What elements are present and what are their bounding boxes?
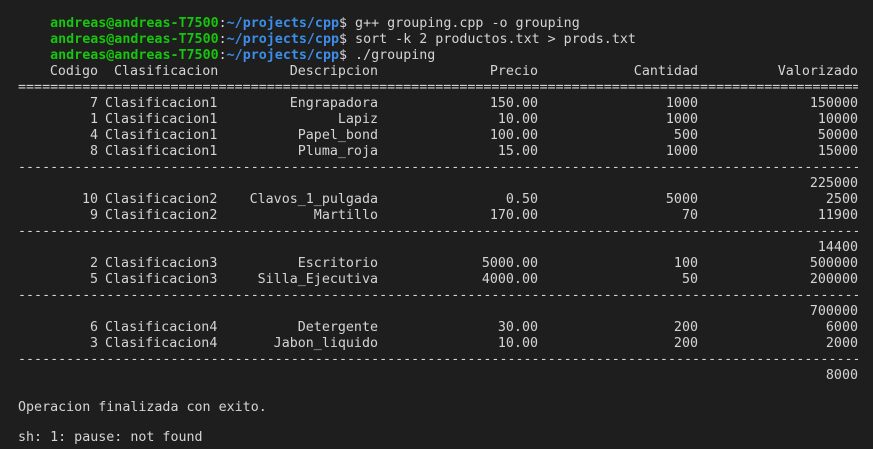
cell-codigo: 7 (89, 96, 98, 111)
cell-precio: 10.00 (497, 112, 538, 127)
cell-codigo: 3 (89, 336, 98, 351)
cell-cantidad: 1000 (665, 96, 698, 111)
group-total: 700000 (809, 304, 858, 319)
cell-descripcion: Escritorio (297, 256, 378, 271)
cell-precio: 100.00 (489, 128, 538, 143)
header-valorizado: Valorizado (777, 64, 858, 79)
prompt-line: andreas@andreas-T7500:~/projects/cpp$ so… (18, 16, 636, 47)
cell-cantidad: 50 (681, 272, 698, 287)
cell-descripcion: Lapiz (337, 112, 378, 127)
cell-descripcion: Papel_bond (297, 128, 378, 143)
cell-valorizado: 10000 (817, 112, 858, 127)
cell-descripcion: Clavos_1_pulgada (249, 192, 378, 207)
cell-codigo: 9 (89, 208, 98, 223)
prompt-line: andreas@andreas-T7500:~/projects/cpp$ g+… (18, 0, 580, 31)
cell-codigo: 1 (89, 112, 98, 127)
cell-valorizado: 50000 (817, 128, 858, 143)
cell-cantidad: 200 (673, 336, 698, 351)
prompt-symbol: $ (339, 48, 348, 63)
group-separator-rule: ----------------------------------------… (18, 160, 858, 175)
cell-precio: 5000.00 (481, 256, 538, 271)
header-cantidad: Cantidad (633, 64, 698, 79)
cell-codigo: 4 (89, 128, 98, 143)
cell-cantidad: 200 (673, 320, 698, 335)
cell-descripcion: Pluma_roja (297, 144, 378, 159)
group-separator-rule: ----------------------------------------… (18, 352, 858, 367)
cell-codigo: 10 (81, 192, 98, 207)
cell-cantidad: 100 (673, 256, 698, 271)
cell-precio: 10.00 (497, 336, 538, 351)
cell-descripcion: Jabon_liquido (273, 336, 378, 351)
cell-precio: 150.00 (489, 96, 538, 111)
header-descripcion: Descripcion (289, 64, 378, 79)
cell-valorizado: 6000 (825, 320, 858, 335)
group-total: 8000 (825, 368, 858, 383)
cell-precio: 0.50 (505, 192, 538, 207)
cell-descripcion: Silla_Ejecutiva (257, 272, 378, 287)
cell-valorizado: 15000 (817, 144, 858, 159)
header-precio: Precio (489, 64, 538, 79)
cell-descripcion: Engrapadora (289, 96, 378, 111)
finished-message: Operacion finalizada con exito. (18, 400, 267, 415)
prompt-separator: : (218, 48, 227, 63)
terminal-window[interactable]: andreas@andreas-T7500:~/projects/cpp$ g+… (0, 0, 873, 449)
cell-precio: 170.00 (489, 208, 538, 223)
cell-precio: 4000.00 (481, 272, 538, 287)
group-total: 225000 (809, 176, 858, 191)
cell-precio: 30.00 (497, 320, 538, 335)
cell-valorizado: 500000 (809, 256, 858, 271)
prompt-path: ~/projects/cpp (226, 48, 339, 63)
cell-cantidad: 1000 (665, 144, 698, 159)
cell-codigo: 2 (89, 256, 98, 271)
cell-cantidad: 500 (673, 128, 698, 143)
prompt-line: andreas@andreas-T7500:~/projects/cpp$ ./… (18, 32, 435, 63)
cell-valorizado: 2000 (825, 336, 858, 351)
cell-valorizado: 200000 (809, 272, 858, 287)
cell-cantidad: 1000 (665, 112, 698, 127)
cell-cantidad: 5000 (665, 192, 698, 207)
cell-valorizado: 2500 (825, 192, 858, 207)
header-double-rule: ========================================… (18, 80, 858, 95)
prompt-user: andreas@andreas-T7500 (50, 48, 219, 63)
cell-valorizado: 150000 (809, 96, 858, 111)
cell-valorizado: 11900 (817, 208, 858, 223)
cell-descripcion: Martillo (313, 208, 378, 223)
prompt-command: ./grouping (347, 48, 436, 63)
cell-cantidad: 70 (681, 208, 698, 223)
cell-descripcion: Detergente (297, 320, 378, 335)
cell-codigo: 5 (89, 272, 98, 287)
group-total: 14400 (817, 240, 858, 255)
cell-codigo: 6 (89, 320, 98, 335)
group-separator-rule: ----------------------------------------… (18, 224, 858, 239)
pause-error-message: sh: 1: pause: not found (18, 430, 203, 445)
header-codigo: Codigo (49, 64, 98, 79)
cell-codigo: 8 (89, 144, 98, 159)
group-separator-rule: ----------------------------------------… (18, 288, 858, 303)
cell-precio: 15.00 (497, 144, 538, 159)
